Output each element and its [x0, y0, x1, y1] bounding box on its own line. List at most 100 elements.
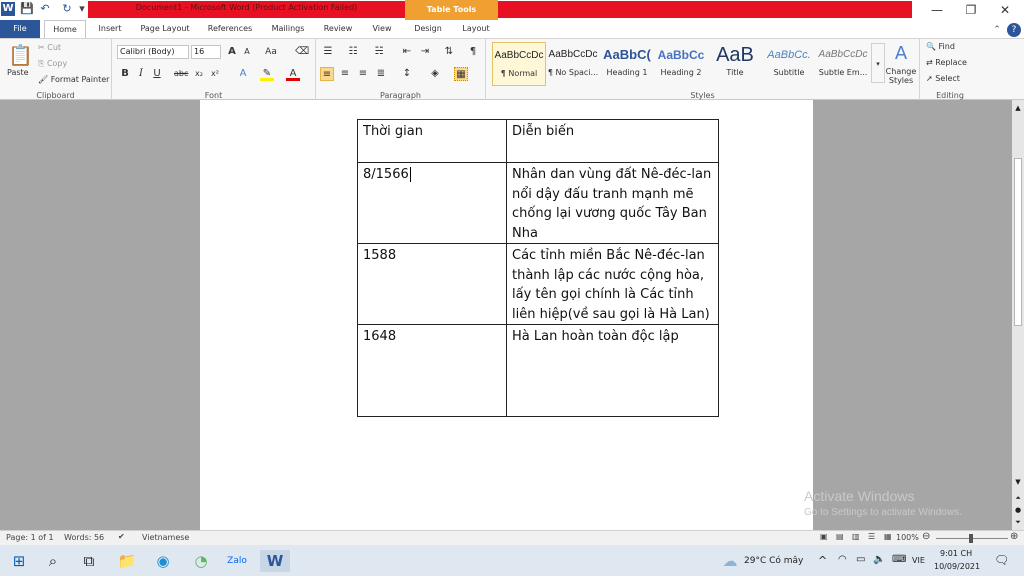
task-view-icon[interactable]: ⧉: [78, 550, 100, 572]
tab-design[interactable]: Design: [408, 20, 448, 38]
clock-time[interactable]: 9:01 CH: [940, 549, 972, 558]
web-layout-icon[interactable]: ▥: [852, 532, 860, 541]
tab-view[interactable]: View: [364, 20, 400, 38]
proofing-icon[interactable]: ✔: [118, 532, 125, 541]
style-title[interactable]: AaB Title: [708, 42, 762, 86]
change-styles-button[interactable]: Change Styles: [884, 67, 918, 85]
table-cell[interactable]: Các tỉnh miền Bắc Nê-đéc-lan thành lập c…: [506, 243, 719, 325]
find-button[interactable]: 🔍 Find: [926, 42, 955, 51]
table-cell[interactable]: Nhân dan vùng đất Nê-đéc-lan nổi dậy đấu…: [506, 162, 719, 244]
style-subtle-emphasis[interactable]: AaBbCcDc Subtle Em...: [816, 42, 870, 86]
search-icon[interactable]: ⌕: [42, 550, 64, 572]
print-layout-icon[interactable]: ▣: [820, 532, 828, 541]
tab-review[interactable]: Review: [316, 20, 360, 38]
style-normal[interactable]: AaBbCcDc ¶ Normal: [492, 42, 546, 86]
zalo-icon[interactable]: Zalo: [226, 550, 248, 572]
font-size-dropdown[interactable]: 16: [191, 45, 221, 59]
text-effects-icon[interactable]: A: [236, 67, 250, 81]
tab-references[interactable]: References: [200, 20, 260, 38]
browse-object-icon[interactable]: ●: [1014, 506, 1022, 516]
full-screen-reading-icon[interactable]: ▤: [836, 532, 844, 541]
line-spacing-icon[interactable]: ↕: [400, 67, 414, 81]
tab-layout[interactable]: Layout: [456, 20, 496, 38]
strikethrough-icon[interactable]: abc: [174, 67, 188, 81]
show-paragraph-marks-icon[interactable]: ¶: [466, 45, 480, 59]
table-cell[interactable]: Thời gian: [357, 119, 507, 163]
tab-file[interactable]: File: [0, 20, 40, 38]
align-center-icon[interactable]: ≡: [338, 67, 352, 81]
zoom-out-icon[interactable]: ⊖: [922, 531, 930, 542]
tab-mailings[interactable]: Mailings: [264, 20, 312, 38]
style-heading-1[interactable]: AaBbC(Heading 1: [600, 42, 654, 86]
italic-icon[interactable]: I: [134, 67, 148, 81]
bold-icon[interactable]: B: [118, 67, 132, 81]
decrease-indent-icon[interactable]: ⇤: [400, 45, 414, 59]
align-left-icon[interactable]: ≡: [320, 67, 334, 81]
scrollbar-thumb[interactable]: [1014, 158, 1022, 326]
tab-home[interactable]: Home: [44, 20, 86, 38]
bullets-icon[interactable]: ☰: [321, 45, 335, 59]
table-cell-active[interactable]: 8/1566: [357, 162, 507, 244]
edge-browser-icon[interactable]: ◉: [152, 550, 174, 572]
borders-icon[interactable]: ▦: [454, 67, 468, 81]
previous-page-icon[interactable]: ⏶: [1014, 494, 1022, 504]
clear-formatting-icon[interactable]: ⌫: [295, 45, 309, 59]
increase-indent-icon[interactable]: ⇥: [418, 45, 432, 59]
shrink-font-icon[interactable]: A: [240, 45, 254, 59]
file-explorer-icon[interactable]: 📁: [116, 550, 138, 572]
tab-page-layout[interactable]: Page Layout: [134, 20, 196, 38]
language-indicator[interactable]: Vietnamese: [142, 533, 189, 542]
scroll-up-icon[interactable]: ▲: [1014, 104, 1022, 114]
minimize-ribbon-icon[interactable]: ⌃: [990, 23, 1004, 37]
battery-icon[interactable]: ▭: [856, 554, 865, 565]
word-taskbar-icon[interactable]: W: [260, 550, 290, 572]
font-color-icon[interactable]: A: [286, 67, 300, 81]
draft-icon[interactable]: ▦: [884, 532, 892, 541]
clock-date[interactable]: 10/09/2021: [934, 562, 980, 571]
cut-button[interactable]: ✂ Cut: [38, 43, 61, 52]
weather-icon[interactable]: ☁: [718, 550, 742, 572]
paste-button[interactable]: Paste: [7, 68, 29, 77]
shading-icon[interactable]: ◈: [428, 67, 442, 81]
outline-icon[interactable]: ☰: [868, 532, 875, 541]
style-no-spacing[interactable]: AaBbCcDc ¶ No Spaci...: [546, 42, 600, 86]
superscript-icon[interactable]: x²: [208, 67, 222, 81]
zoom-in-icon[interactable]: ⊕: [1010, 531, 1018, 542]
table-cell[interactable]: Hà Lan hoàn toàn độc lập: [506, 324, 719, 417]
close-button[interactable]: ✕: [988, 0, 1022, 20]
table-cell[interactable]: 1588: [357, 243, 507, 325]
table-cell[interactable]: 1648: [357, 324, 507, 417]
style-heading-2[interactable]: AaBbCc Heading 2: [654, 42, 708, 86]
grow-font-icon[interactable]: A: [225, 45, 239, 59]
change-case-icon[interactable]: Aa: [264, 45, 278, 59]
network-icon[interactable]: ◠: [838, 554, 847, 565]
windows-start-icon[interactable]: ⊞: [8, 550, 30, 572]
word-count[interactable]: Words: 56: [64, 533, 104, 542]
numbering-icon[interactable]: ☷: [346, 45, 360, 59]
history-table[interactable]: Thời gian Diễn biến 8/1566 Nhân dan vùng…: [357, 119, 719, 417]
word-app-icon[interactable]: W: [1, 2, 15, 16]
multilevel-list-icon[interactable]: ☵: [372, 45, 386, 59]
styles-gallery-more-icon[interactable]: ▾: [871, 43, 885, 83]
select-button[interactable]: ➚ Select: [926, 74, 960, 83]
zoom-level[interactable]: 100%: [896, 533, 919, 542]
font-name-dropdown[interactable]: Calibri (Body): [117, 45, 189, 59]
format-painter-button[interactable]: 🖌 Format Painter: [38, 75, 109, 84]
page-count[interactable]: Page: 1 of 1: [6, 533, 54, 542]
help-icon[interactable]: ?: [1007, 23, 1021, 37]
input-language[interactable]: VIE: [912, 556, 925, 565]
show-hidden-icons-icon[interactable]: ^: [818, 554, 827, 567]
table-cell[interactable]: Diễn biến: [506, 119, 719, 163]
volume-icon[interactable]: 🔈: [873, 554, 885, 565]
justify-icon[interactable]: ≣: [374, 67, 388, 81]
zoom-slider-thumb[interactable]: [969, 534, 973, 543]
coc-coc-browser-icon[interactable]: ◔: [190, 550, 212, 572]
next-page-icon[interactable]: ⏷: [1014, 518, 1022, 528]
sort-icon[interactable]: ⇅: [442, 45, 456, 59]
copy-button[interactable]: ⎘ Copy: [38, 59, 67, 69]
subscript-icon[interactable]: x₂: [192, 67, 206, 81]
keyboard-icon[interactable]: ⌨: [892, 554, 906, 565]
scroll-down-icon[interactable]: ▼: [1014, 478, 1022, 488]
align-right-icon[interactable]: ≡: [356, 67, 370, 81]
change-styles-icon[interactable]: A: [888, 43, 914, 65]
